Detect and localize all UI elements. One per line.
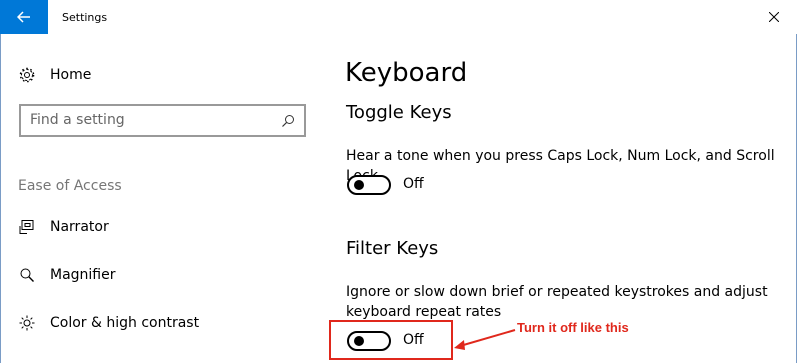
brightness-icon xyxy=(18,314,36,332)
arrow-left-icon xyxy=(17,11,30,23)
title-bar: Settings xyxy=(0,0,797,34)
toggle-keys-heading: Toggle Keys xyxy=(346,102,452,123)
sidebar-item-narrator[interactable]: Narrator xyxy=(18,215,109,239)
page-title: Keyboard xyxy=(345,58,468,88)
sidebar-item-label: Home xyxy=(50,67,92,83)
sidebar-item-home[interactable]: Home xyxy=(18,63,91,87)
close-button[interactable] xyxy=(751,0,797,34)
magnifier-icon xyxy=(18,266,36,284)
narrator-icon xyxy=(18,218,36,236)
annotation-text: Turn it off like this xyxy=(517,320,629,335)
sidebar-item-label: Magnifier xyxy=(50,267,116,283)
annotation-highlight-box xyxy=(329,320,453,360)
sidebar-item-label: Color & high contrast xyxy=(50,315,200,331)
window-border-left xyxy=(0,34,1,363)
back-button[interactable] xyxy=(0,0,48,34)
toggle-keys-switch[interactable] xyxy=(347,175,391,195)
search-icon[interactable] xyxy=(280,113,296,129)
close-icon xyxy=(769,12,779,22)
sidebar-item-magnifier[interactable]: Magnifier xyxy=(18,263,116,287)
sidebar-item-color-high-contrast[interactable]: Color & high contrast xyxy=(18,311,199,335)
toggle-keys-state-label: Off xyxy=(403,176,424,192)
toggle-knob xyxy=(354,180,364,190)
sidebar-item-label: Narrator xyxy=(50,219,109,235)
gear-icon xyxy=(18,66,36,84)
search-box[interactable] xyxy=(19,104,306,137)
filter-keys-heading: Filter Keys xyxy=(346,238,439,259)
window-title: Settings xyxy=(62,11,108,24)
annotation-arrow-icon xyxy=(454,329,516,350)
section-header-ease-of-access: Ease of Access xyxy=(18,178,122,194)
filter-keys-description-line1: Ignore or slow down brief or repeated ke… xyxy=(346,284,768,300)
search-input[interactable] xyxy=(30,112,270,128)
